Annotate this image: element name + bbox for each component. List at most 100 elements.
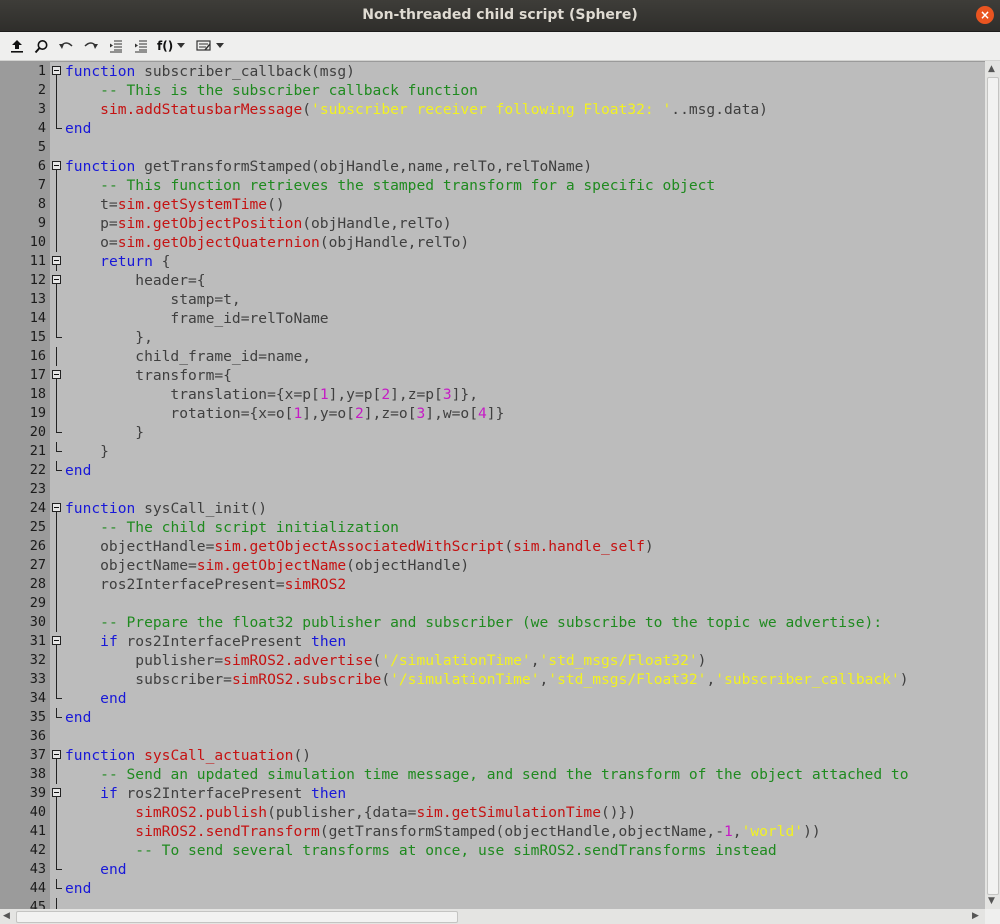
code-line[interactable]: 36	[0, 727, 985, 746]
code-line[interactable]: 32 publisher=simROS2.advertise('/simulat…	[0, 651, 985, 670]
code-line[interactable]: 9 p=sim.getObjectPosition(objHandle,relT…	[0, 214, 985, 233]
code-token: 3	[416, 405, 426, 422]
code-token: 'std_msgs/Float32'	[548, 671, 707, 688]
code-line[interactable]: 3 sim.addStatusbarMessage('subscriber re…	[0, 100, 985, 119]
code-line[interactable]: 37 function sysCall_actuation()	[0, 746, 985, 765]
code-editor[interactable]: 1 function subscriber_callback(msg) 2 -- T…	[0, 61, 985, 910]
code-line[interactable]: 31 if ros2InterfacePresent then	[0, 632, 985, 651]
code-line[interactable]: 38 -- Send an updated simulation time me…	[0, 765, 985, 784]
code-token: simROS2.subscribe	[231, 671, 382, 688]
fold-toggle-icon[interactable]	[52, 784, 63, 803]
code-line[interactable]: 43 end	[0, 860, 985, 879]
fold-toggle-icon[interactable]	[52, 252, 63, 271]
code-line[interactable]: 41 simROS2.sendTransform(getTransformSta…	[0, 822, 985, 841]
code-text: subscriber=simROS2.subscribe('/simulatio…	[65, 670, 908, 689]
code-line[interactable]: 17 transform={	[0, 366, 985, 385]
code-line[interactable]: 13 stamp=t,	[0, 290, 985, 309]
code-token: -- The child script initialization	[100, 519, 399, 536]
fold-line	[52, 670, 63, 689]
line-number: 16	[29, 348, 46, 364]
indent-icon[interactable]	[132, 37, 150, 55]
close-icon[interactable]: ×	[980, 8, 990, 22]
code-token: ]},	[451, 386, 478, 403]
fold-line	[52, 594, 63, 613]
code-token: end	[100, 861, 127, 878]
horizontal-scroll-thumb[interactable]	[16, 911, 458, 923]
code-line[interactable]: 14 frame_id=relToName	[0, 309, 985, 328]
code-line[interactable]: 25 -- The child script initialization	[0, 518, 985, 537]
line-number: 3	[37, 101, 46, 117]
code-line[interactable]: 4 end	[0, 119, 985, 138]
fold-toggle-icon[interactable]	[52, 157, 63, 176]
code-line[interactable]: 2 -- This is the subscriber callback fun…	[0, 81, 985, 100]
code-text: header={	[65, 271, 205, 290]
code-line[interactable]: 34 end	[0, 689, 985, 708]
code-line[interactable]: 12 header={	[0, 271, 985, 290]
code-token: 'subscriber receiver following Float32: …	[311, 101, 672, 118]
code-token: function	[65, 158, 136, 175]
code-line[interactable]: 7 -- This function retrieves the stamped…	[0, 176, 985, 195]
fold-toggle-icon[interactable]	[52, 271, 63, 290]
search-icon[interactable]	[32, 37, 50, 55]
code-token: {	[152, 253, 171, 270]
code-line[interactable]: 39 if ros2InterfacePresent then	[0, 784, 985, 803]
line-number: 33	[29, 671, 46, 687]
line-number: 11	[29, 253, 46, 269]
code-text: translation={x=p[1],y=p[2],z=p[3]},	[65, 385, 478, 404]
scroll-up-icon[interactable]: ▲	[988, 64, 995, 74]
code-line[interactable]: 23	[0, 480, 985, 499]
code-line[interactable]: 42 -- To send several transforms at once…	[0, 841, 985, 860]
code-line[interactable]: 5	[0, 138, 985, 157]
code-token: (	[381, 671, 391, 688]
line-number: 18	[29, 386, 46, 402]
code-line[interactable]: 19 rotation={x=o[1],y=o[2],z=o[3],w=o[4]…	[0, 404, 985, 423]
undo-icon[interactable]	[57, 37, 75, 55]
scroll-down-icon[interactable]: ▼	[988, 896, 995, 906]
code-line[interactable]: 35 end	[0, 708, 985, 727]
code-line[interactable]: 8 t=sim.getSystemTime()	[0, 195, 985, 214]
code-token: end	[65, 462, 92, 479]
fold-toggle-icon[interactable]	[52, 366, 63, 385]
redo-icon[interactable]	[82, 37, 100, 55]
code-line[interactable]: 15 },	[0, 328, 985, 347]
code-line[interactable]: 27 objectName=sim.getObjectName(objectHa…	[0, 556, 985, 575]
scroll-right-icon[interactable]: ▶	[972, 911, 979, 921]
vertical-scrollbar[interactable]: ▲ ▼	[985, 61, 1000, 909]
code-line[interactable]: 18 translation={x=p[1],y=p[2],z=p[3]},	[0, 385, 985, 404]
code-line[interactable]: 10 o=sim.getObjectQuaternion(objHandle,r…	[0, 233, 985, 252]
code-line[interactable]: 22 end	[0, 461, 985, 480]
functions-dropdown[interactable]: f()	[157, 37, 191, 55]
code-text: o=sim.getObjectQuaternion(objHandle,relT…	[65, 233, 469, 252]
unindent-icon[interactable]	[107, 37, 125, 55]
code-text: t=sim.getSystemTime()	[65, 195, 285, 214]
fold-toggle-icon[interactable]	[52, 62, 63, 81]
snippets-dropdown[interactable]	[196, 37, 228, 55]
code-line[interactable]: 28 ros2InterfacePresent=simROS2	[0, 575, 985, 594]
fold-toggle-icon[interactable]	[52, 499, 63, 518]
code-line[interactable]: 6 function getTransformStamped(objHandle,…	[0, 157, 985, 176]
code-line[interactable]: 1 function subscriber_callback(msg)	[0, 62, 985, 81]
code-line[interactable]: 44 end	[0, 879, 985, 898]
horizontal-scrollbar[interactable]: ◀ ▶	[0, 909, 985, 924]
code-line[interactable]: 40 simROS2.publish(publisher,{data=sim.g…	[0, 803, 985, 822]
code-token: ros2InterfacePresent	[117, 633, 312, 650]
code-line[interactable]: 24 function sysCall_init()	[0, 499, 985, 518]
fold-toggle-icon[interactable]	[52, 632, 63, 651]
code-token: }	[65, 424, 145, 441]
code-line[interactable]: 30 -- Prepare the float32 publisher and …	[0, 613, 985, 632]
code-line[interactable]: 16 child_frame_id=name,	[0, 347, 985, 366]
code-line[interactable]: 20 }	[0, 423, 985, 442]
scroll-left-icon[interactable]: ◀	[3, 911, 10, 921]
fold-toggle-icon[interactable]	[52, 746, 63, 765]
line-number: 31	[29, 633, 46, 649]
vertical-scroll-thumb[interactable]	[987, 77, 999, 895]
code-text: }	[65, 423, 144, 442]
code-line[interactable]: 33 subscriber=simROS2.subscribe('/simula…	[0, 670, 985, 689]
code-line[interactable]: 26 objectHandle=sim.getObjectAssociatedW…	[0, 537, 985, 556]
code-line[interactable]: 29	[0, 594, 985, 613]
upload-icon[interactable]	[8, 37, 26, 55]
code-line[interactable]: 21 }	[0, 442, 985, 461]
code-line[interactable]: 11 return {	[0, 252, 985, 271]
close-button[interactable]: ×	[976, 6, 994, 24]
code-token: translation={x=p[	[65, 386, 320, 403]
